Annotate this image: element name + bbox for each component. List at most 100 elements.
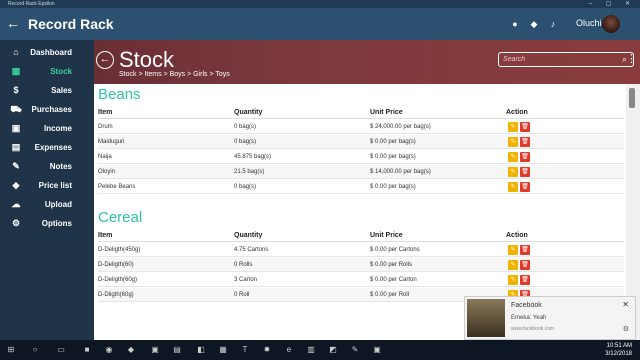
dollar-icon: $ xyxy=(13,85,19,95)
task-view-icon[interactable]: ▭ xyxy=(56,345,66,355)
table-row[interactable]: Drum 0 bag(s) $ 24,000.00 per bag(s) ✎ 🗑 xyxy=(98,120,624,134)
table-row[interactable]: D-Deligth(450g) 4.75 Cartons $ 0.00 per Ca… xyxy=(98,243,624,257)
trash-icon[interactable]: 🗑 xyxy=(520,167,530,177)
money-icon: ▣ xyxy=(11,123,21,133)
more-vertical-icon[interactable]: ⋮ xyxy=(626,52,637,65)
table-header: Item Quantity Unit Price Action xyxy=(98,108,624,119)
sidebar-item-upload[interactable]: ☁ Upload xyxy=(0,196,94,214)
search-icon[interactable]: ○ xyxy=(30,345,40,355)
item-name: Naija xyxy=(98,154,112,160)
item-unit-price: $ 14,000.00 per bag(s) xyxy=(370,169,431,175)
item-unit-price: $ 0.00 per bag(s) xyxy=(370,139,416,145)
gear-icon[interactable]: ⚙ xyxy=(623,325,629,333)
table-row[interactable]: D-Deligth(60) 0 Rolls $ 0.00 per Rolls ✎ 🗑 xyxy=(98,258,624,272)
edit-icon[interactable]: ✎ xyxy=(508,182,518,192)
edit-icon[interactable]: ✎ xyxy=(508,260,518,270)
sidebar-item-purchases[interactable]: ⛟ Purchases xyxy=(0,101,94,119)
item-quantity: 3 Carton xyxy=(234,277,258,283)
taskbar: ⊞ ○ ▭ ■ ◉ ◆ ▣ ▤ ◧ ▦ T ✹ e ▥ ◩ ✎ ▣ 10:51 … xyxy=(0,340,640,360)
sidebar-item-price-list[interactable]: ◆ Price list xyxy=(0,177,94,195)
table-row[interactable]: D-Deligth(60g) 3 Carton $ 0.00 per Carton ✎… xyxy=(98,273,624,287)
cubes-icon: ▦ xyxy=(11,66,21,76)
table-row[interactable]: Maiduguri 0 bag(s) $ 0.00 per bag(s) ✎ 🗑 xyxy=(98,135,624,149)
trash-icon[interactable]: 🗑 xyxy=(520,275,530,285)
app-icon[interactable]: ◉ xyxy=(104,345,114,355)
notification-toast[interactable]: Facebook Emeka: Yeah www.facebook.com ✕ … xyxy=(464,296,636,340)
app-icon[interactable]: ▣ xyxy=(372,345,382,355)
edit-icon[interactable]: ✎ xyxy=(508,122,518,132)
scrollbar-thumb[interactable] xyxy=(629,88,635,108)
table-row[interactable]: Oloyin 21.5 bag(s) $ 14,000.00 per bag(s) ✎… xyxy=(98,165,624,179)
sidebar-item-label: Notes xyxy=(49,162,72,171)
item-name: D-Deligth(450g) xyxy=(98,247,141,253)
item-unit-price: $ 0.00 per Roll xyxy=(370,292,410,298)
sidebar-item-expenses[interactable]: ▤ Expenses xyxy=(0,139,94,157)
app-icon[interactable]: ▦ xyxy=(218,345,228,355)
trash-icon[interactable]: 🗑 xyxy=(520,122,530,132)
item-name: Pelebe Beans xyxy=(98,184,136,190)
sidebar-item-dashboard[interactable]: ⌂ Dashboard xyxy=(0,44,94,62)
edit-icon[interactable]: ✎ xyxy=(508,245,518,255)
trash-icon[interactable]: 🗑 xyxy=(520,245,530,255)
app-icon[interactable]: T xyxy=(240,345,250,355)
app-icon[interactable]: ■ xyxy=(82,345,92,355)
table-row[interactable]: Pelebe Beans 0 bag(s) $ 0.00 per bag(s) ✎ 🗑 xyxy=(98,180,624,194)
trash-icon[interactable]: 🗑 xyxy=(520,182,530,192)
app-icon[interactable]: ◩ xyxy=(328,345,338,355)
sidebar-item-sales[interactable]: $ Sales xyxy=(0,82,94,100)
user-name[interactable]: Oluchi xyxy=(576,18,602,28)
item-quantity: 0 bag(s) xyxy=(234,124,257,130)
pin-icon: ✎ xyxy=(12,161,20,171)
sidebar-item-label: Price list xyxy=(38,181,72,190)
app-icon[interactable]: ✹ xyxy=(262,345,272,355)
window-titlebar: Record Rack Epsilon – ▢ ✕ xyxy=(0,0,640,8)
app-icon[interactable]: ◧ xyxy=(196,345,206,355)
app-icon[interactable]: ✎ xyxy=(350,345,360,355)
trash-icon[interactable]: 🗑 xyxy=(520,152,530,162)
bell-icon[interactable]: ♪ xyxy=(548,19,558,29)
item-name: Drum xyxy=(98,124,113,130)
edit-icon[interactable]: ✎ xyxy=(508,167,518,177)
sidebar: ⌂ Dashboard ▦ Stock $ Sales ⛟ Purchases ▣ Income ▤… xyxy=(0,40,94,340)
user-icon[interactable]: ● xyxy=(510,19,520,29)
close-icon[interactable]: ✕ xyxy=(622,300,629,309)
back-circle-icon[interactable]: ← xyxy=(96,51,114,69)
trash-icon[interactable]: 🗑 xyxy=(520,137,530,147)
trash-icon[interactable]: 🗑 xyxy=(520,260,530,270)
window-controls[interactable]: – ▢ ✕ xyxy=(589,0,636,8)
search-input[interactable]: Search ⌕ xyxy=(498,52,634,67)
home-icon: ⌂ xyxy=(13,47,19,57)
sidebar-item-label: Income xyxy=(43,124,72,133)
start-icon[interactable]: ⊞ xyxy=(6,345,16,355)
sidebar-item-notes[interactable]: ✎ Notes xyxy=(0,158,94,176)
taskbar-date: 3/12/2018 xyxy=(605,351,632,357)
app-icon[interactable]: ▥ xyxy=(306,345,316,355)
app-icon[interactable]: ◆ xyxy=(126,345,136,355)
breadcrumb[interactable]: Stock > Items > Boys > Girls > Toys xyxy=(119,71,230,78)
item-quantity: 0 Roll xyxy=(234,292,250,298)
section-title: Cereal xyxy=(98,209,143,226)
sidebar-item-label: Dashboard xyxy=(30,48,72,57)
sidebar-item-options[interactable]: ⚙ Options xyxy=(0,215,94,233)
sidebar-item-label: Stock xyxy=(50,67,72,76)
app-icon[interactable]: ▤ xyxy=(172,345,182,355)
edit-icon[interactable]: ✎ xyxy=(508,152,518,162)
page-banner: ← Stock Stock > Items > Boys > Girls > T… xyxy=(94,40,640,84)
item-name: D-Dligth(60g) xyxy=(98,292,134,298)
avatar[interactable] xyxy=(602,15,620,33)
sidebar-item-stock[interactable]: ▦ Stock xyxy=(0,63,94,81)
back-arrow-icon[interactable]: ← xyxy=(6,15,20,31)
chat-icon[interactable]: ◆ xyxy=(529,19,539,29)
taskbar-time: 10:51 AM xyxy=(606,343,632,349)
sidebar-item-income[interactable]: ▣ Income xyxy=(0,120,94,138)
edit-icon[interactable]: ✎ xyxy=(508,137,518,147)
app-icon[interactable]: ▣ xyxy=(150,345,160,355)
column-header: Action xyxy=(506,232,528,239)
edge-icon[interactable]: e xyxy=(284,345,294,355)
taskbar-clock[interactable]: 10:51 AM 3/12/2018 xyxy=(605,342,632,358)
table-row[interactable]: Naija 45.875 bag(s) $ 0.00 per bag(s) ✎ 🗑 xyxy=(98,150,624,164)
column-header: Unit Price xyxy=(370,232,403,239)
edit-icon[interactable]: ✎ xyxy=(508,275,518,285)
column-header: Unit Price xyxy=(370,109,403,116)
gear-icon: ⚙ xyxy=(11,218,21,228)
